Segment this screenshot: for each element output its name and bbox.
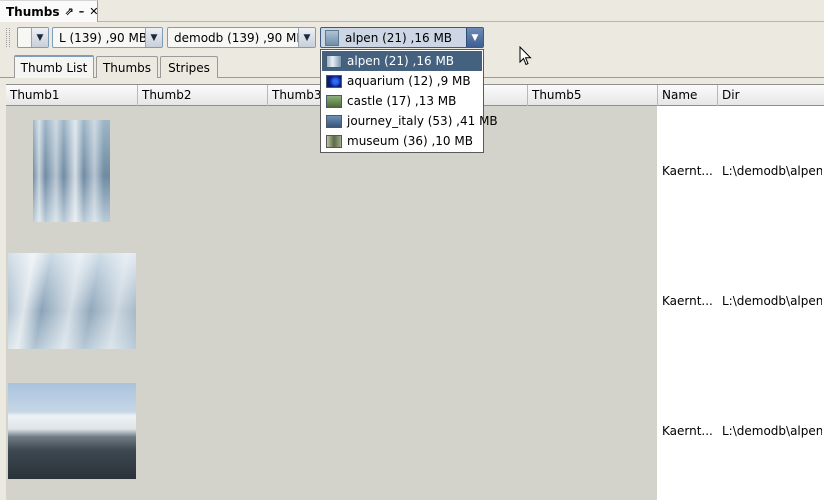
chevron-down-icon[interactable]: ▼ bbox=[466, 28, 483, 47]
dropdown-item-label: castle (17) ,13 MB bbox=[347, 94, 457, 108]
album-dropdown-list: alpen (21) ,16 MB aquarium (12) ,9 MB ca… bbox=[320, 49, 498, 153]
column-header-thumb2[interactable]: Thumb2 bbox=[137, 85, 267, 106]
tab-thumb-list[interactable]: Thumb List bbox=[14, 55, 94, 78]
column-header-thumb1[interactable]: Thumb1 bbox=[6, 85, 137, 106]
empty-combo[interactable]: ▼ bbox=[17, 27, 49, 48]
dropdown-item-label: museum (36) ,10 MB bbox=[347, 134, 473, 148]
pin-icon[interactable]: ⇗ bbox=[65, 6, 74, 17]
dropdown-item-label: journey_italy (53) ,41 MB bbox=[347, 114, 498, 128]
album-combo-value: alpen (21) ,16 MB bbox=[345, 30, 453, 45]
column-header-dir[interactable]: Dir bbox=[717, 85, 824, 106]
ice-landscape-thumbnail[interactable] bbox=[8, 253, 136, 349]
column-header-name[interactable]: Name bbox=[657, 85, 717, 106]
thumbs-window-tab[interactable]: Thumbs ⇗ – ✕ bbox=[0, 0, 98, 22]
dropdown-item-label: alpen (21) ,16 MB bbox=[347, 54, 455, 68]
row-name: Kaernt... bbox=[662, 294, 713, 308]
column-header-thumb5[interactable]: Thumb5 bbox=[527, 85, 657, 106]
aquarium-thumb-icon bbox=[326, 74, 342, 88]
mouse-cursor-icon bbox=[519, 46, 532, 66]
journey-thumb-icon bbox=[326, 114, 342, 128]
minimize-icon[interactable]: – bbox=[79, 6, 85, 17]
dropdown-item-aquarium[interactable]: aquarium (12) ,9 MB bbox=[322, 71, 482, 91]
alpen-thumb-icon bbox=[326, 54, 342, 68]
dropdown-item-museum[interactable]: museum (36) ,10 MB bbox=[322, 131, 482, 151]
close-icon[interactable]: ✕ bbox=[89, 6, 98, 17]
dropdown-item-castle[interactable]: castle (17) ,13 MB bbox=[322, 91, 482, 111]
dropdown-item-journey-italy[interactable]: journey_italy (53) ,41 MB bbox=[322, 111, 498, 131]
table-row[interactable]: Kaernt... L:\demodb\alpen bbox=[6, 366, 824, 496]
tab-thumbs[interactable]: Thumbs bbox=[96, 56, 158, 78]
row-dir: L:\demodb\alpen bbox=[722, 164, 822, 178]
database-combo-value: demodb (139) ,90 MB bbox=[174, 30, 298, 45]
dropdown-item-alpen[interactable]: alpen (21) ,16 MB bbox=[322, 51, 482, 71]
window-title: Thumbs bbox=[6, 4, 60, 19]
row-dir: L:\demodb\alpen bbox=[722, 294, 822, 308]
drive-combo[interactable]: L (139) ,90 MB ▼ bbox=[52, 27, 163, 48]
row-name: Kaernt... bbox=[662, 424, 713, 438]
snowy-mountain-thumbnail[interactable] bbox=[8, 383, 136, 479]
album-combo[interactable]: alpen (21) ,16 MB ▼ bbox=[320, 27, 484, 48]
database-combo[interactable]: demodb (139) ,90 MB ▼ bbox=[167, 27, 316, 48]
castle-thumb-icon bbox=[326, 94, 342, 108]
drive-combo-value: L (139) ,90 MB bbox=[59, 30, 145, 45]
table-body: Kaernt... L:\demodb\alpen Kaernt... L:\d… bbox=[6, 106, 824, 500]
alpen-thumb-icon bbox=[325, 29, 339, 46]
dropdown-item-label: aquarium (12) ,9 MB bbox=[347, 74, 471, 88]
table-row[interactable]: Kaernt... L:\demodb\alpen bbox=[6, 236, 824, 366]
chevron-down-icon[interactable]: ▼ bbox=[145, 28, 162, 47]
museum-thumb-icon bbox=[326, 134, 342, 148]
row-name: Kaernt... bbox=[662, 164, 713, 178]
chevron-down-icon[interactable]: ▼ bbox=[298, 28, 315, 47]
ice-portrait-thumbnail[interactable] bbox=[33, 120, 110, 222]
toolbar-grip[interactable] bbox=[6, 28, 10, 47]
chevron-down-icon[interactable]: ▼ bbox=[31, 28, 48, 47]
tab-stripes[interactable]: Stripes bbox=[160, 56, 218, 78]
row-dir: L:\demodb\alpen bbox=[722, 424, 822, 438]
title-strip: Thumbs ⇗ – ✕ bbox=[0, 0, 824, 22]
